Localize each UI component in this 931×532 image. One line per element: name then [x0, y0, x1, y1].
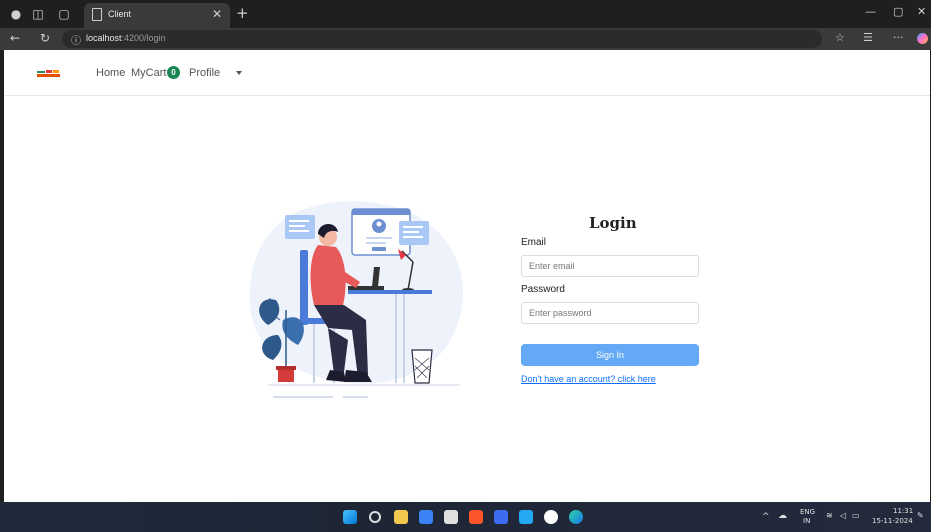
cloud-icon[interactable]: ☁	[778, 511, 787, 521]
login-illustration	[249, 201, 463, 398]
start-icon[interactable]	[343, 510, 357, 524]
minimize-icon[interactable]: —	[865, 5, 876, 18]
browser-tab[interactable]: Client ✕	[84, 3, 230, 28]
screen: ● ◫ ▢ Client ✕ + — ▢ ✕ ← ↻ ⓘ localhost:4…	[0, 0, 931, 532]
sign-in-button[interactable]: Sign In	[521, 344, 699, 366]
workspaces-icon[interactable]: ◫	[30, 6, 46, 22]
password-input[interactable]	[521, 302, 699, 324]
browser-tab-bar: ● ◫ ▢ Client ✕ + — ▢ ✕	[0, 0, 931, 28]
copilot-icon[interactable]	[917, 33, 928, 44]
page-viewport: Home MyCart 0 Profile Login Email Enter …	[4, 50, 930, 502]
volume-icon[interactable]: ◁	[840, 511, 846, 520]
app-icon-3[interactable]	[544, 510, 558, 524]
close-tab-icon[interactable]: ✕	[212, 7, 222, 21]
clock-time[interactable]: 11:31	[893, 507, 913, 515]
trash-bin	[411, 349, 433, 384]
store-icon[interactable]	[444, 510, 458, 524]
nav-profile[interactable]: Profile	[189, 67, 220, 79]
file-explorer-icon[interactable]	[394, 510, 408, 524]
brand-logo[interactable]	[36, 67, 62, 81]
chevron-up-icon[interactable]: ^	[762, 512, 770, 522]
lang-top[interactable]: ENG	[800, 508, 815, 516]
desk	[348, 290, 432, 294]
clock-date[interactable]: 15-11-2024	[872, 517, 913, 525]
url-path: :4200/login	[121, 33, 166, 43]
notification-icon[interactable]: ✎	[917, 511, 924, 520]
close-window-icon[interactable]: ✕	[917, 5, 926, 18]
chevron-down-icon[interactable]	[236, 71, 242, 75]
more-icon[interactable]: ···	[893, 31, 904, 44]
url-host: localhost	[86, 33, 122, 43]
password-label: Password	[521, 284, 565, 295]
info-icon[interactable]: ⓘ	[71, 32, 81, 47]
nav-mycart[interactable]: MyCart	[131, 67, 166, 79]
browser-toolbar: ← ↻ ⓘ localhost:4200/login ☆ ☰ ···	[0, 28, 931, 50]
app-icon[interactable]	[419, 510, 433, 524]
tab-title: Client	[108, 9, 132, 19]
profile-icon[interactable]: ●	[8, 6, 24, 22]
new-tab-icon[interactable]: +	[236, 4, 249, 22]
app-icon-2[interactable]	[494, 510, 508, 524]
nav-home[interactable]: Home	[96, 67, 125, 79]
site-navbar: Home MyCart 0 Profile	[4, 50, 930, 96]
search-icon[interactable]	[369, 511, 381, 523]
tab-actions-icon[interactable]: ▢	[56, 6, 72, 22]
brave-icon[interactable]	[469, 510, 483, 524]
page-icon	[92, 8, 102, 21]
url-text: localhost:4200/login	[86, 33, 166, 43]
email-label: Email	[521, 237, 547, 248]
favorites-bar-icon[interactable]: ☰	[863, 31, 873, 44]
login-title: Login	[589, 214, 637, 232]
battery-icon[interactable]: ▭	[852, 511, 860, 520]
address-bar[interactable]: ⓘ localhost:4200/login	[62, 30, 822, 48]
vscode-icon[interactable]	[519, 510, 533, 524]
refresh-icon[interactable]: ↻	[40, 31, 50, 45]
favorite-icon[interactable]: ☆	[835, 31, 845, 44]
wifi-icon[interactable]: ≋	[826, 511, 833, 520]
cart-count-badge: 0	[167, 66, 180, 79]
maximize-icon[interactable]: ▢	[893, 5, 903, 18]
lang-bottom[interactable]: IN	[803, 517, 810, 525]
chair	[300, 250, 308, 325]
register-link[interactable]: Don't have an account? click here	[521, 374, 656, 384]
windows-taskbar: ^ ☁ ENG IN ≋ ◁ ▭ 11:31 15-11-2024 ✎	[0, 502, 931, 532]
edge-icon[interactable]	[569, 510, 583, 524]
email-input[interactable]	[521, 255, 699, 277]
back-icon[interactable]: ←	[10, 31, 20, 45]
